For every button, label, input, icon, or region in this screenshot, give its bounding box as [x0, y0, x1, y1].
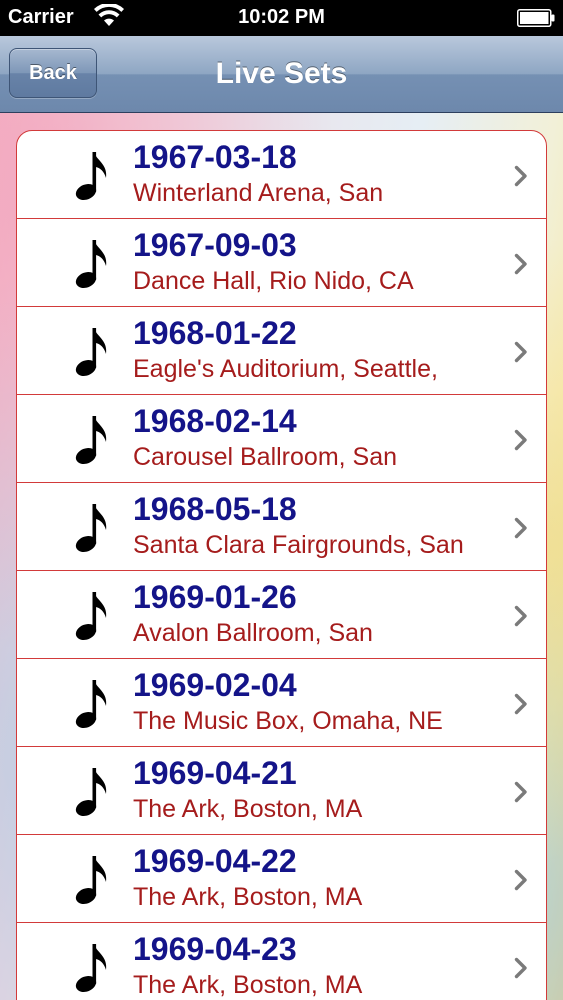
list-item[interactable]: 1969-01-26 Avalon Ballroom, San	[17, 571, 546, 659]
chevron-right-icon	[514, 781, 528, 803]
chevron-right-icon	[514, 957, 528, 979]
set-date: 1969-04-23	[133, 931, 297, 967]
set-date: 1969-01-26	[133, 579, 297, 615]
back-button[interactable]: Back	[9, 48, 97, 98]
set-venue: Avalon Ballroom, San	[133, 619, 373, 647]
chevron-right-icon	[514, 605, 528, 627]
set-date: 1967-09-03	[133, 227, 297, 263]
list-item[interactable]: 1969-02-04 The Music Box, Omaha, NE	[17, 659, 546, 747]
music-note-icon	[75, 151, 109, 201]
battery-icon	[517, 9, 555, 27]
set-venue: Eagle's Auditorium, Seattle,	[133, 355, 438, 383]
chevron-right-icon	[514, 165, 528, 187]
live-sets-list: 1967-03-18 Winterland Arena, San 1967-09-0…	[16, 130, 547, 1000]
music-note-icon	[75, 239, 109, 289]
set-venue: The Ark, Boston, MA	[133, 971, 363, 999]
chevron-right-icon	[514, 253, 528, 275]
music-note-icon	[75, 327, 109, 377]
set-venue: The Ark, Boston, MA	[133, 883, 363, 911]
music-note-icon	[75, 503, 109, 553]
list-item[interactable]: 1967-09-03 Dance Hall, Rio Nido, CA	[17, 219, 546, 307]
set-venue: Winterland Arena, San	[133, 179, 384, 207]
set-date: 1968-01-22	[133, 315, 297, 351]
list-item[interactable]: 1969-04-21 The Ark, Boston, MA	[17, 747, 546, 835]
chevron-right-icon	[514, 693, 528, 715]
music-note-icon	[75, 943, 109, 993]
chevron-right-icon	[514, 341, 528, 363]
set-date: 1969-02-04	[133, 667, 297, 703]
list-item[interactable]: 1968-05-18 Santa Clara Fairgrounds, San	[17, 483, 546, 571]
chevron-right-icon	[514, 869, 528, 891]
navigation-bar: Back	[0, 36, 563, 113]
music-note-icon	[75, 591, 109, 641]
set-venue: The Ark, Boston, MA	[133, 795, 363, 823]
set-venue: Dance Hall, Rio Nido, CA	[133, 267, 414, 295]
list-item[interactable]: 1969-04-23 The Ark, Boston, MA	[17, 923, 546, 1000]
chevron-right-icon	[514, 429, 528, 451]
list-item[interactable]: 1967-03-18 Winterland Arena, San	[17, 131, 546, 219]
music-note-icon	[75, 679, 109, 729]
set-date: 1969-04-22	[133, 843, 297, 879]
music-note-icon	[75, 767, 109, 817]
set-date: 1968-02-14	[133, 403, 297, 439]
set-date: 1968-05-18	[133, 491, 297, 527]
list-item[interactable]: 1969-04-22 The Ark, Boston, MA	[17, 835, 546, 923]
list-item[interactable]: 1968-02-14 Carousel Ballroom, San	[17, 395, 546, 483]
status-bar: Carrier 10:02 PM	[0, 0, 563, 36]
set-date: 1969-04-21	[133, 755, 297, 791]
chevron-right-icon	[514, 517, 528, 539]
set-venue: The Music Box, Omaha, NE	[133, 707, 443, 735]
music-note-icon	[75, 415, 109, 465]
set-venue: Carousel Ballroom, San	[133, 443, 398, 471]
status-time: 10:02 PM	[238, 6, 325, 28]
set-venue: Santa Clara Fairgrounds, San	[133, 531, 464, 559]
music-note-icon	[75, 855, 109, 905]
list-item[interactable]: 1968-01-22 Eagle's Auditorium, Seattle,	[17, 307, 546, 395]
set-date: 1967-03-18	[133, 139, 297, 175]
